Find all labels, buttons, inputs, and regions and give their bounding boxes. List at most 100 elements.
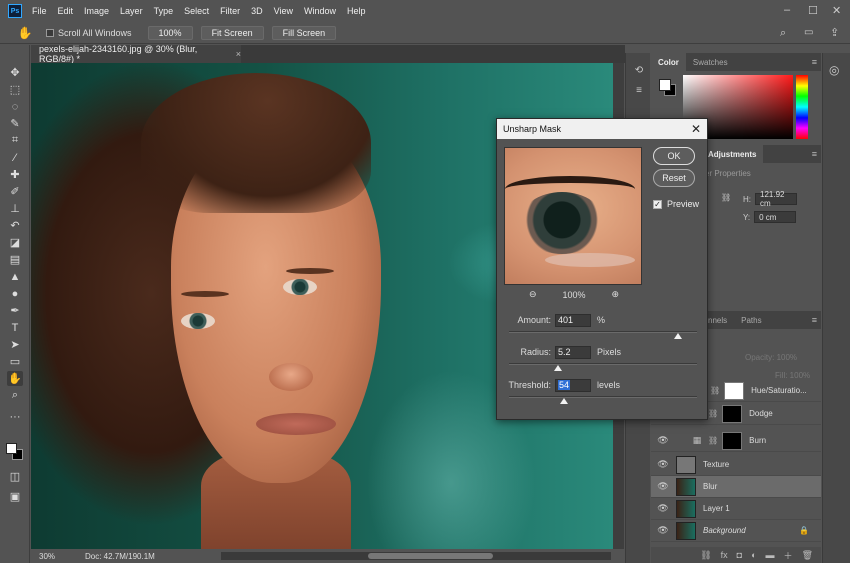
eyedropper-tool-icon[interactable]: ⁄ (7, 150, 23, 165)
tab-swatches[interactable]: Swatches (686, 53, 735, 71)
link-wh-icon[interactable]: ⛓ (721, 193, 731, 202)
layer-row-selected[interactable]: 👁 Blur (651, 476, 821, 498)
lock-icon[interactable]: 🔒 (799, 526, 809, 535)
color-fg-swatch[interactable] (659, 79, 671, 91)
fill-label[interactable]: Fill: 100% (775, 371, 810, 380)
path-select-tool-icon[interactable]: ➤ (7, 337, 23, 352)
move-tool-icon[interactable]: ✥ (7, 65, 23, 80)
fit-screen-button[interactable]: Fit Screen (200, 25, 264, 40)
panel-menu-icon[interactable]: ≡ (812, 149, 817, 159)
panel-menu-icon[interactable]: ≡ (812, 315, 817, 325)
rectangle-tool-icon[interactable]: ▭ (7, 354, 23, 369)
filter-preview[interactable] (504, 147, 642, 285)
screen-mode-icon[interactable]: ▣ (7, 489, 23, 504)
zoom-level[interactable]: 30% (39, 552, 75, 561)
menu-file[interactable]: File (32, 6, 47, 16)
reset-button[interactable]: Reset (653, 169, 695, 187)
pen-tool-icon[interactable]: ✒ (7, 303, 23, 318)
opacity-label[interactable]: Opacity: 100% (745, 353, 797, 362)
amount-slider[interactable] (509, 331, 697, 333)
marquee-tool-icon[interactable]: ⬚ (7, 82, 23, 97)
eye-icon[interactable]: 👁 (656, 481, 670, 492)
maximize-icon[interactable]: ☐ (808, 4, 818, 17)
eye-icon[interactable]: 👁 (656, 525, 670, 536)
layer-row[interactable]: 👁 ▦ ⛓ Burn (651, 430, 821, 452)
fill-screen-button[interactable]: Fill Screen (271, 25, 337, 40)
radius-input[interactable]: 5.2 (555, 345, 591, 359)
preview-checkbox[interactable]: ✓ Preview (653, 199, 699, 209)
layer-row[interactable]: 👁 Texture (651, 454, 821, 476)
horizontal-scrollbar[interactable] (221, 552, 611, 560)
menu-window[interactable]: Window (304, 6, 336, 16)
hand-tool-active-icon[interactable]: ✋ (7, 371, 23, 386)
add-mask-icon[interactable]: ◘ (737, 550, 742, 560)
tab-adjustments[interactable]: Adjustments (701, 145, 764, 163)
brush-tool-icon[interactable]: ✐ (7, 184, 23, 199)
menu-3d[interactable]: 3D (251, 6, 263, 16)
menu-edit[interactable]: Edit (58, 6, 74, 16)
foreground-color-swatch[interactable] (6, 443, 17, 454)
amount-slider-thumb[interactable] (674, 333, 683, 339)
fx-icon[interactable]: fx (721, 550, 728, 560)
blur-tool-icon[interactable]: ▲ (7, 269, 23, 284)
link-layers-icon[interactable]: ⛓ (700, 550, 711, 561)
healing-brush-tool-icon[interactable]: ✚ (7, 167, 23, 182)
height-field[interactable]: 121.92 cm (755, 190, 797, 208)
close-window-icon[interactable]: ✕ (832, 4, 841, 17)
menu-filter[interactable]: Filter (220, 6, 240, 16)
radius-slider[interactable] (509, 363, 697, 365)
menu-select[interactable]: Select (184, 6, 209, 16)
threshold-slider[interactable] (509, 396, 697, 398)
menu-help[interactable]: Help (347, 6, 366, 16)
workspace-icon[interactable]: ▭ (804, 27, 813, 38)
hand-tool-icon[interactable]: ✋ (18, 26, 33, 40)
y-field[interactable]: 0 cm (754, 211, 797, 223)
scrollbar-thumb[interactable] (368, 553, 493, 559)
zoom-100-button[interactable]: 100% (147, 25, 193, 40)
type-tool-icon[interactable]: T (7, 320, 23, 335)
layer-row[interactable]: 👁 Layer 1 (651, 498, 821, 520)
eraser-tool-icon[interactable]: ◪ (7, 235, 23, 250)
amount-input[interactable]: 401 (555, 313, 591, 327)
clone-stamp-tool-icon[interactable]: ⊥ (7, 201, 23, 216)
properties-panel-icon[interactable]: ≡ (632, 83, 646, 97)
threshold-slider-thumb[interactable] (559, 398, 568, 404)
crop-tool-icon[interactable]: ⌗ (7, 133, 23, 148)
tab-paths[interactable]: Paths (734, 311, 768, 329)
layer-row[interactable]: 👁 Background 🔒 (651, 520, 821, 542)
trash-icon[interactable]: 🗑 (802, 550, 813, 561)
new-group-icon[interactable]: ▬ (766, 550, 775, 560)
dialog-close-icon[interactable]: ✕ (691, 122, 701, 136)
dialog-titlebar[interactable]: Unsharp Mask ✕ (497, 119, 707, 139)
tab-color[interactable]: Color (651, 53, 686, 71)
menu-image[interactable]: Image (84, 6, 109, 16)
document-tab[interactable]: pexels-elijah-2343160.jpg @ 30% (Blur, R… (31, 44, 241, 64)
checkbox-box[interactable] (46, 28, 54, 37)
libraries-icon[interactable]: ◎ (829, 63, 839, 77)
menu-view[interactable]: View (274, 6, 293, 16)
adjustment-layer-icon[interactable]: ◐ (751, 550, 756, 560)
new-layer-icon[interactable]: ＋ (784, 549, 793, 562)
search-icon[interactable]: ⌕ (780, 27, 786, 40)
radius-slider-thumb[interactable] (553, 365, 562, 371)
menu-type[interactable]: Type (154, 6, 174, 16)
checkbox-check-icon[interactable]: ✓ (653, 199, 662, 209)
history-panel-icon[interactable]: ⟲ (632, 63, 646, 77)
dodge-tool-icon[interactable]: ● (7, 286, 23, 301)
eye-icon[interactable]: 👁 (656, 435, 670, 446)
ok-button[interactable]: OK (653, 147, 695, 165)
share-icon[interactable]: ⇪ (830, 26, 839, 39)
minimize-icon[interactable]: – (784, 4, 790, 16)
hue-slider[interactable] (796, 75, 808, 139)
quick-mask-icon[interactable]: ◫ (7, 469, 23, 484)
zoom-out-icon[interactable]: ⊖ (529, 289, 537, 300)
zoom-in-icon[interactable]: ⊕ (611, 289, 619, 300)
panel-menu-icon[interactable]: ≡ (812, 57, 817, 67)
lasso-tool-icon[interactable]: ◌ (7, 99, 23, 114)
quick-select-tool-icon[interactable]: ✎ (7, 116, 23, 131)
history-brush-tool-icon[interactable]: ↶ (7, 218, 23, 233)
gradient-tool-icon[interactable]: ▤ (7, 252, 23, 267)
menu-layer[interactable]: Layer (120, 6, 143, 16)
eye-icon[interactable]: 👁 (656, 503, 670, 514)
scroll-all-windows-checkbox[interactable]: Scroll All Windows (46, 28, 132, 38)
